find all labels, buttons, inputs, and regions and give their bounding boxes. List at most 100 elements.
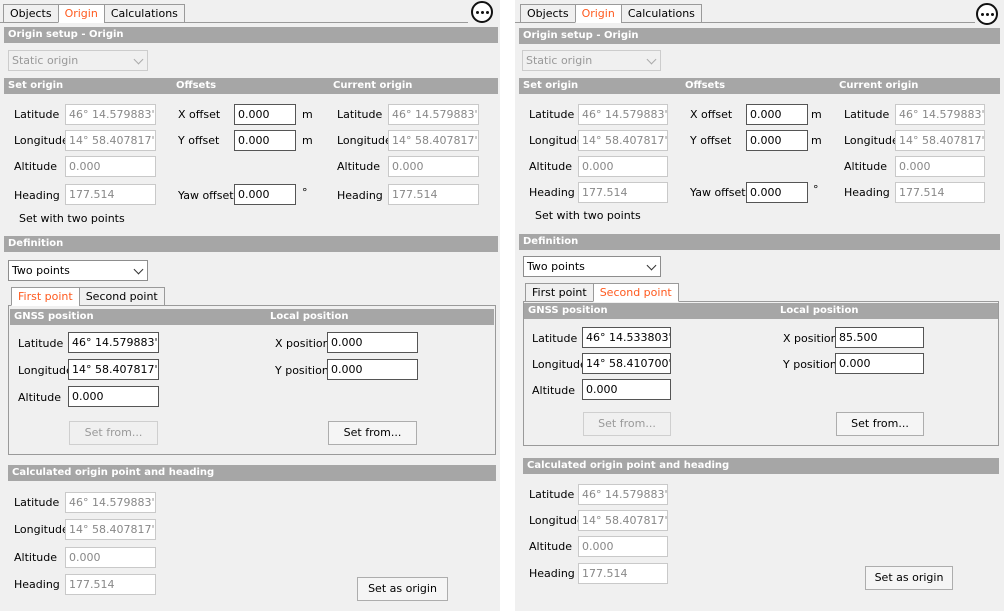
gnss-latitude-label: Latitude	[532, 332, 578, 345]
set-origin-latitude-field: 46° 14.579883' N	[578, 104, 668, 125]
local-x-input[interactable]: 0.000	[327, 332, 418, 353]
definition-method-dropdown[interactable]: Two points	[8, 260, 148, 281]
chevron-down-icon	[646, 260, 657, 271]
gnss-latitude-input[interactable]: 46° 14.579883' N	[68, 332, 159, 353]
calculated-header: Calculated origin point and heading	[523, 458, 999, 474]
set-origin-longitude-label: Longitude	[529, 134, 584, 147]
x-offset-input[interactable]: 0.000	[746, 104, 808, 125]
y-offset-label: Y offset	[178, 134, 220, 147]
calculated-heading-label: Heading	[529, 567, 575, 580]
point-tabs: First point Second point	[11, 287, 165, 306]
set-origin-heading-label: Heading	[14, 189, 60, 202]
gnss-altitude-label: Altitude	[532, 384, 575, 397]
current-altitude-field: 0.000	[895, 156, 985, 177]
yaw-offset-input[interactable]: 0.000	[746, 182, 808, 203]
set-as-origin-button[interactable]: Set as origin	[357, 577, 448, 601]
yaw-offset-unit: °	[302, 186, 308, 199]
yaw-offset-input[interactable]: 0.000	[234, 184, 296, 205]
set-origin-altitude-field: 0.000	[578, 156, 668, 177]
tab-calculations[interactable]: Calculations	[103, 4, 185, 23]
tab-first-point[interactable]: First point	[11, 287, 80, 306]
set-origin-header: Set origin	[523, 80, 579, 91]
main-tabs: Objects Origin Calculations	[520, 4, 702, 23]
calculated-heading-label: Heading	[14, 578, 60, 591]
local-y-input[interactable]: 0.000	[327, 359, 418, 380]
set-origin-longitude-field: 14° 58.407817' E	[65, 130, 156, 151]
tab-second-point[interactable]: Second point	[592, 283, 679, 302]
tab-objects[interactable]: Objects	[520, 4, 576, 23]
calculated-altitude-field: 0.000	[578, 536, 668, 557]
calculated-latitude-label: Latitude	[529, 488, 575, 501]
tab-origin[interactable]: Origin	[57, 4, 105, 23]
set-origin-altitude-label: Altitude	[529, 160, 572, 173]
point-columns-header: GNSS position Local position	[524, 303, 998, 319]
set-origin-longitude-label: Longitude	[14, 134, 69, 147]
gnss-altitude-input[interactable]: 0.000	[582, 379, 671, 400]
set-from-local-button[interactable]: Set from...	[328, 421, 417, 445]
set-with-two-points-link[interactable]: Set with two points	[535, 209, 641, 222]
local-y-input[interactable]: 0.000	[835, 353, 924, 374]
current-altitude-label: Altitude	[337, 160, 380, 173]
gnss-altitude-input[interactable]: 0.000	[68, 386, 159, 407]
yaw-offset-label: Yaw offset	[690, 186, 746, 199]
definition-header: Definition	[4, 236, 498, 252]
gnss-altitude-label: Altitude	[18, 391, 61, 404]
panel-divider	[500, 0, 515, 611]
set-origin-latitude-label: Latitude	[14, 108, 60, 121]
set-from-local-button[interactable]: Set from...	[836, 412, 924, 436]
calculated-heading-field: 177.514	[578, 563, 668, 584]
y-offset-input[interactable]: 0.000	[234, 130, 296, 151]
calculated-longitude-label: Longitude	[14, 523, 69, 536]
yaw-offset-unit: °	[813, 183, 819, 196]
set-as-origin-button[interactable]: Set as origin	[865, 566, 953, 590]
set-origin-latitude-label: Latitude	[529, 108, 575, 121]
gnss-position-header: GNSS position	[14, 311, 94, 322]
current-altitude-label: Altitude	[844, 160, 887, 173]
chevron-down-icon	[133, 264, 144, 275]
current-longitude-label: Longitude	[844, 134, 899, 147]
tab-second-point[interactable]: Second point	[78, 287, 165, 306]
set-origin-heading-label: Heading	[529, 186, 575, 199]
set-from-gnss-button[interactable]: Set from...	[69, 421, 158, 445]
calculated-altitude-field: 0.000	[65, 547, 156, 568]
tab-objects[interactable]: Objects	[3, 4, 59, 23]
gnss-latitude-input[interactable]: 46° 14.533803' N	[582, 327, 671, 348]
y-offset-input[interactable]: 0.000	[746, 130, 808, 151]
origin-mode-dropdown: Static origin	[522, 50, 661, 71]
y-offset-unit: m	[302, 134, 313, 147]
more-options-icon[interactable]	[471, 1, 493, 23]
current-heading-label: Heading	[337, 189, 383, 202]
calculated-longitude-label: Longitude	[529, 514, 584, 527]
set-from-gnss-button[interactable]: Set from...	[583, 412, 671, 436]
gnss-longitude-input[interactable]: 14° 58.407817' E	[68, 359, 159, 380]
gnss-latitude-label: Latitude	[18, 337, 64, 350]
tab-calculations[interactable]: Calculations	[620, 4, 702, 23]
origin-panel-second-point: Objects Origin Calculations Origin setup…	[515, 0, 1004, 611]
current-origin-header: Current origin	[839, 80, 919, 91]
local-x-input[interactable]: 85.500	[835, 327, 924, 348]
calculated-heading-field: 177.514	[65, 574, 156, 595]
gnss-longitude-input[interactable]: 14° 58.410700' E	[582, 353, 671, 374]
local-y-label: Y position	[783, 358, 837, 371]
gnss-position-header: GNSS position	[528, 305, 608, 316]
calculated-altitude-label: Altitude	[529, 540, 572, 553]
offsets-header: Offsets	[685, 80, 726, 91]
origin-setup-header: Origin setup - Origin	[4, 27, 498, 43]
tab-first-point[interactable]: First point	[525, 283, 594, 302]
definition-header: Definition	[519, 234, 1000, 250]
current-longitude-field: 14° 58.407817' E	[895, 130, 985, 151]
chevron-down-icon	[646, 54, 657, 65]
set-origin-altitude-field: 0.000	[65, 156, 156, 177]
definition-method-dropdown[interactable]: Two points	[523, 256, 661, 277]
gnss-longitude-label: Longitude	[18, 364, 73, 377]
current-latitude-field: 46° 14.579883' N	[895, 104, 985, 125]
set-origin-longitude-field: 14° 58.407817' E	[578, 130, 668, 151]
more-options-icon[interactable]	[976, 3, 998, 25]
calculated-latitude-field: 46° 14.579883' N	[578, 484, 668, 505]
current-latitude-field: 46° 14.579883' N	[388, 104, 479, 125]
x-offset-input[interactable]: 0.000	[234, 104, 296, 125]
set-with-two-points-link[interactable]: Set with two points	[19, 212, 125, 225]
set-origin-latitude-field: 46° 14.579883' N	[65, 104, 156, 125]
current-altitude-field: 0.000	[388, 156, 479, 177]
tab-origin[interactable]: Origin	[574, 4, 622, 23]
